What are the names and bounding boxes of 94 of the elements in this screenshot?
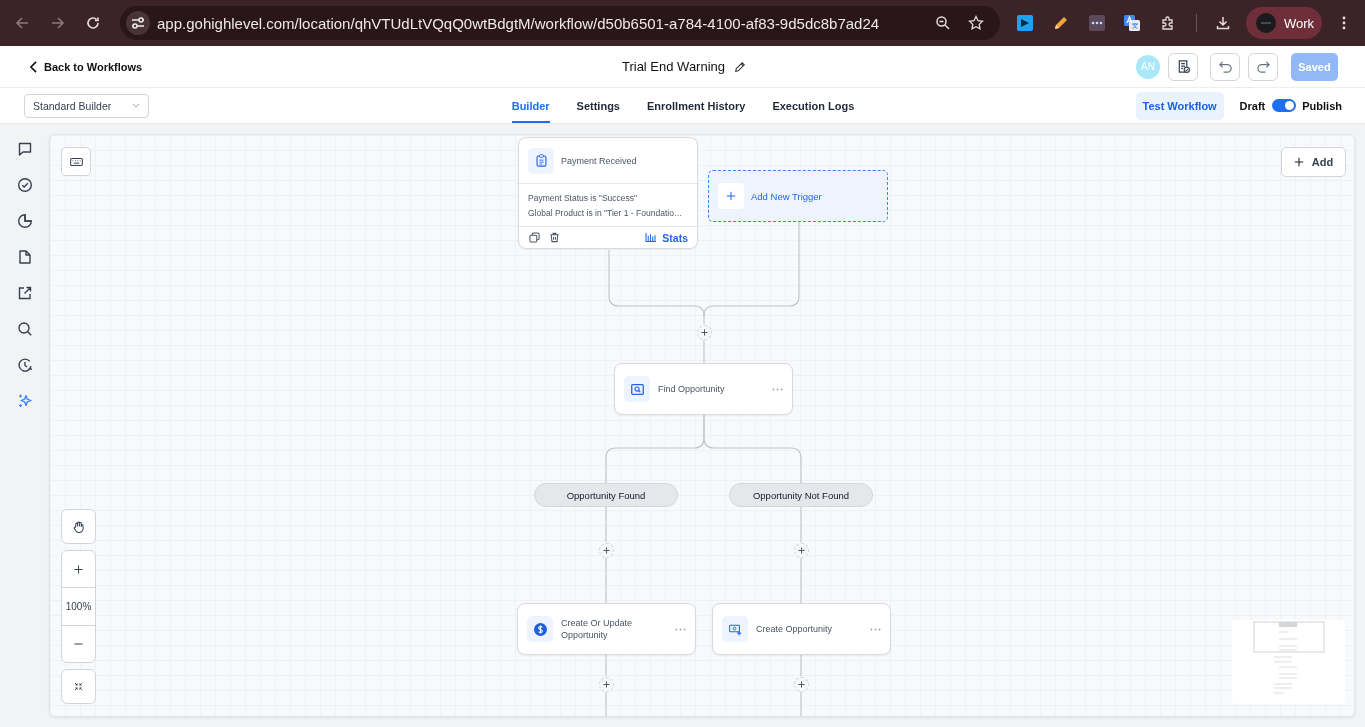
- test-workflow-button[interactable]: Test Workflow: [1135, 91, 1224, 120]
- connector-line: [605, 691, 607, 716]
- connector-line: [605, 653, 607, 677]
- workflow-title: Trial End Warning: [621, 59, 726, 74]
- play-square-icon[interactable]: [1017, 15, 1033, 31]
- download-icon[interactable]: [1215, 15, 1231, 31]
- url-text: app.gohighlevel.com/location/qhVTUdLtVQqQ0wtBdgtM/workflow/d50b6501-a784-4100-af83-9d5dc8b7ad24: [157, 14, 880, 32]
- plus-icon: [603, 547, 610, 554]
- action-label: Create Opportunity: [756, 622, 834, 636]
- clipboard-icon: [534, 154, 548, 167]
- action-label: Create Or Update Opportunity: [561, 616, 634, 642]
- hand-icon: [73, 520, 84, 533]
- trigger-condition: Payment Status is "Success": [528, 192, 639, 203]
- add-step-button[interactable]: [794, 677, 809, 692]
- connector-line: [605, 506, 607, 543]
- action-label: Find Opportunity: [658, 382, 726, 396]
- document-icon[interactable]: [16, 249, 33, 265]
- reload-icon[interactable]: [85, 15, 101, 31]
- magnifier-minus-icon[interactable]: [935, 15, 951, 31]
- chat-icon[interactable]: [16, 141, 33, 157]
- trigger-title: Payment Received: [561, 155, 637, 166]
- dots-extension-icon[interactable]: [1089, 15, 1105, 31]
- add-button[interactable]: Add: [1281, 147, 1346, 177]
- publish-label: Publish: [1302, 99, 1342, 112]
- action-node[interactable]: Create Or Update Opportunity: [517, 603, 696, 655]
- search-box-icon: [630, 382, 644, 396]
- tab[interactable]: Settings: [576, 88, 620, 123]
- builder-select[interactable]: Standard Builder: [24, 93, 149, 118]
- plus-icon: [701, 329, 708, 336]
- add-step-button[interactable]: [697, 325, 712, 340]
- stats-link[interactable]: Stats: [645, 231, 688, 244]
- connector-line: [800, 506, 802, 543]
- action-node[interactable]: Find Opportunity: [614, 363, 793, 415]
- document-check-button[interactable]: [1168, 52, 1198, 81]
- back-arrow-icon[interactable]: [14, 15, 30, 31]
- check-circle-icon[interactable]: [16, 177, 33, 193]
- clock-history-icon[interactable]: [16, 357, 33, 373]
- connector-line: [800, 653, 802, 677]
- avatar-icon: [1256, 13, 1276, 33]
- site-settings-icon[interactable]: [126, 11, 150, 35]
- redo-button[interactable]: [1248, 52, 1278, 81]
- add-step-button[interactable]: [794, 543, 809, 558]
- redo-icon: [1255, 59, 1271, 74]
- minus-icon: [74, 642, 83, 645]
- tab[interactable]: Execution Logs: [772, 88, 855, 123]
- dollar-icon: [533, 622, 547, 636]
- plus-icon: [1293, 157, 1304, 167]
- action-node[interactable]: Create Opportunity: [712, 603, 891, 655]
- money-plus-icon: [728, 622, 742, 636]
- pie-chart-icon[interactable]: [16, 213, 33, 229]
- keyboard-icon: [69, 157, 83, 166]
- branch-label[interactable]: Opportunity Not Found: [729, 483, 873, 507]
- plus-icon: [74, 564, 83, 574]
- plus-icon: [726, 191, 736, 201]
- profile-button[interactable]: Work: [1246, 7, 1322, 39]
- plus-icon: [798, 681, 805, 688]
- add-step-button[interactable]: [599, 677, 614, 692]
- connector-line: [605, 557, 607, 604]
- undo-button[interactable]: [1210, 52, 1240, 81]
- tab[interactable]: Builder: [511, 88, 550, 123]
- external-link-icon[interactable]: [16, 285, 33, 301]
- pan-tool-button[interactable]: [61, 509, 96, 544]
- address-bar[interactable]: app.gohighlevel.com/location/qhVTUdLtVQqQ0wtBdgtM/workflow/d50b6501-a784-4100-af83-9d5dc8b7ad24: [120, 6, 1000, 40]
- translate-icon[interactable]: [1124, 15, 1140, 31]
- chevron-down-icon: [132, 103, 140, 108]
- add-step-button[interactable]: [599, 543, 614, 558]
- back-link[interactable]: Back to Workflows: [30, 60, 622, 73]
- bar-chart-icon: [645, 233, 657, 242]
- add-trigger-label: Add New Trigger: [751, 190, 822, 202]
- draft-label: Draft: [1239, 99, 1266, 112]
- plus-icon: [603, 681, 610, 688]
- add-trigger-card[interactable]: Add New Trigger: [708, 170, 888, 222]
- zoom-level: 100%: [62, 587, 95, 626]
- connector-line: [800, 557, 802, 604]
- puzzle-icon[interactable]: [1160, 15, 1176, 31]
- forward-arrow-icon[interactable]: [50, 15, 66, 31]
- star-icon[interactable]: [968, 15, 984, 31]
- trigger-card[interactable]: Payment Received Payment Status is "Success" Global Product is in "Tier 1 - Foundatio… Stats: [518, 137, 698, 249]
- pencil-icon[interactable]: [1052, 15, 1068, 31]
- sparkle-icon[interactable]: [16, 393, 33, 409]
- pencil-icon[interactable]: [734, 60, 747, 73]
- connector-line: [800, 691, 802, 716]
- keyboard-shortcuts-button[interactable]: [61, 147, 91, 176]
- undo-icon: [1217, 59, 1233, 74]
- search-icon[interactable]: [16, 321, 33, 337]
- chevron-left-icon: [30, 60, 37, 73]
- collapse-arrows-icon: [74, 682, 83, 691]
- trigger-condition: Global Product is in "Tier 1 - Foundatio…: [528, 207, 684, 218]
- copy-icon[interactable]: [529, 232, 540, 243]
- publish-switch[interactable]: [1272, 99, 1297, 112]
- tab[interactable]: Enrollment History: [647, 88, 746, 123]
- branch-label[interactable]: Opportunity Found: [534, 483, 678, 507]
- trash-icon[interactable]: [549, 232, 560, 243]
- plus-icon: [798, 547, 805, 554]
